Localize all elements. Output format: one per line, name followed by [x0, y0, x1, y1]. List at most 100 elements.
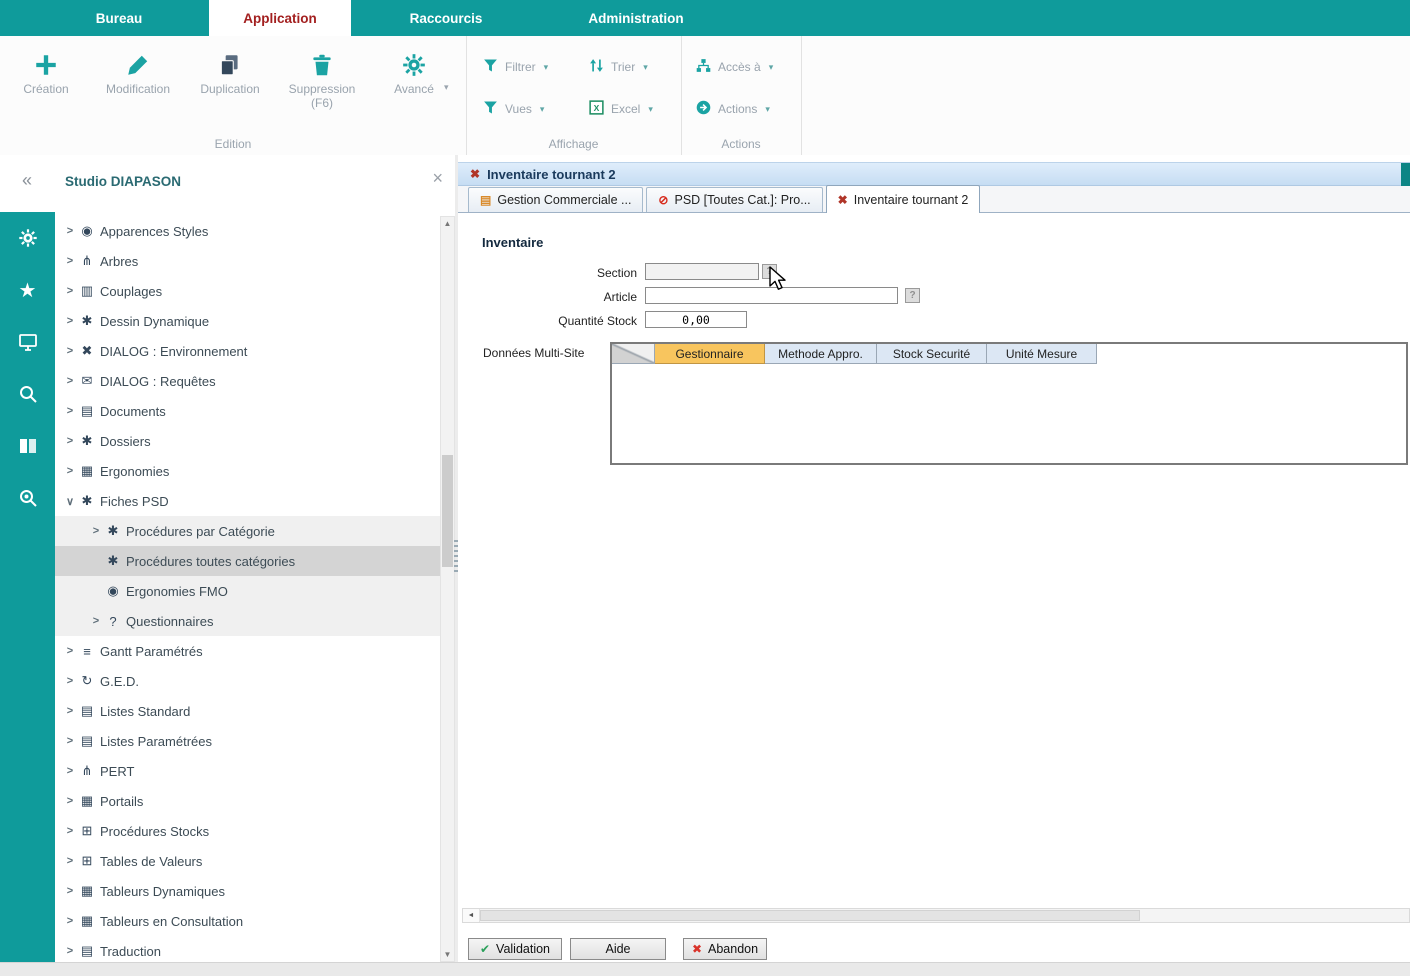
chevron-right-icon[interactable]: > — [63, 255, 77, 267]
chevron-right-icon[interactable]: > — [89, 615, 103, 627]
chevron-right-icon[interactable]: > — [63, 795, 77, 807]
tab-inventaire-tournant[interactable]: ✖ Inventaire tournant 2 — [826, 185, 981, 213]
chevron-right-icon[interactable]: > — [63, 825, 77, 837]
search-icon[interactable] — [0, 368, 55, 420]
column-header-unite-mesure[interactable]: Unité Mesure — [987, 344, 1097, 364]
tree-item[interactable]: >▤Traduction — [55, 936, 440, 962]
menu-raccourcis[interactable]: Raccourcis — [386, 0, 506, 36]
tree-scrollbar-thumb[interactable] — [442, 455, 453, 567]
chevron-right-icon[interactable]: > — [63, 945, 77, 957]
tree-item[interactable]: >✉DIALOG : Requêtes — [55, 366, 440, 396]
abandon-button[interactable]: ✖ Abandon — [683, 938, 767, 960]
chevron-right-icon[interactable]: > — [63, 375, 77, 387]
titlebar-endcap — [1401, 163, 1410, 187]
tree-item[interactable]: >⊞Tables de Valeurs — [55, 846, 440, 876]
tree-item[interactable]: >✱Dossiers — [55, 426, 440, 456]
chevron-right-icon[interactable]: > — [63, 345, 77, 357]
acces-a-button[interactable]: Accès à ▾ — [695, 55, 773, 79]
menu-application[interactable]: Application — [209, 0, 351, 36]
excel-button[interactable]: X Excel ▾ — [588, 97, 653, 121]
tree-item[interactable]: >⊞Procédures Stocks — [55, 816, 440, 846]
message-icon: ✉ — [77, 373, 97, 389]
table-corner-cell[interactable] — [612, 344, 655, 364]
tree-item[interactable]: >▦Portails — [55, 786, 440, 816]
tree-item[interactable]: >≡Gantt Paramétrés — [55, 636, 440, 666]
status-strip — [0, 962, 1410, 976]
section-lookup-button[interactable]: ? — [762, 264, 777, 279]
tree-item[interactable]: >✖DIALOG : Environnement — [55, 336, 440, 366]
tree-item-label: Ergonomies — [100, 464, 169, 479]
chevron-right-icon[interactable]: > — [63, 855, 77, 867]
chevron-right-icon[interactable]: > — [63, 405, 77, 417]
tree-item[interactable]: >▤Listes Paramétrées — [55, 726, 440, 756]
column-header-methode-appro[interactable]: Methode Appro. — [765, 344, 877, 364]
tree-item[interactable]: >?Questionnaires — [55, 606, 440, 636]
chevron-right-icon[interactable]: > — [63, 675, 77, 687]
chevron-right-icon[interactable]: > — [63, 465, 77, 477]
column-header-stock-securite[interactable]: Stock Securité — [877, 344, 987, 364]
inventory-tools-icon: ✖ — [838, 194, 848, 206]
chevron-right-icon[interactable]: > — [63, 915, 77, 927]
quantity-input[interactable] — [645, 311, 747, 328]
tree-item[interactable]: >↻G.E.D. — [55, 666, 440, 696]
chevron-right-icon[interactable]: > — [63, 645, 77, 657]
explore-search-icon[interactable] — [0, 472, 55, 524]
tree-item[interactable]: >▦Tableurs en Consultation — [55, 906, 440, 936]
menu-administration[interactable]: Administration — [551, 0, 721, 36]
tree-item[interactable]: >✱Dessin Dynamique — [55, 306, 440, 336]
section-input[interactable] — [645, 263, 759, 280]
chevron-right-icon[interactable]: > — [63, 225, 77, 237]
tree-item[interactable]: ◉Ergonomies FMO — [55, 576, 440, 606]
horizontal-scrollbar-thumb[interactable] — [480, 910, 1140, 921]
settings-icon[interactable] — [0, 212, 55, 264]
multisite-table: Gestionnaire Methode Appro. Stock Securi… — [610, 342, 1408, 465]
validation-button[interactable]: ✔ Validation — [468, 938, 562, 960]
tree-item[interactable]: >⋔Arbres — [55, 246, 440, 276]
columns-icon[interactable] — [0, 420, 55, 472]
filtrer-button[interactable]: Filtrer ▾ — [482, 55, 548, 79]
chevron-right-icon[interactable]: > — [63, 885, 77, 897]
favorites-star-icon[interactable]: ★ — [0, 264, 55, 316]
monitor-icon[interactable] — [0, 316, 55, 368]
collapse-panel-icon[interactable]: « — [22, 170, 32, 191]
tree-item[interactable]: >⋔PERT — [55, 756, 440, 786]
chevron-right-icon[interactable]: > — [89, 525, 103, 537]
chevron-right-icon[interactable]: > — [63, 765, 77, 777]
gear-icon — [401, 48, 427, 82]
actions-button[interactable]: Actions ▾ — [695, 97, 770, 121]
horizontal-scrollbar[interactable]: ◄ — [462, 908, 1410, 923]
tab-gestion-commerciale[interactable]: ▤ Gestion Commerciale ... — [468, 187, 643, 212]
gear-icon: ✱ — [77, 313, 97, 329]
tree-item[interactable]: >▦Tableurs Dynamiques — [55, 876, 440, 906]
aide-button[interactable]: Aide — [570, 938, 666, 960]
chevron-down-icon[interactable]: ∨ — [63, 495, 77, 508]
tree-item-selected[interactable]: ✱Procédures toutes catégories — [55, 546, 440, 576]
chevron-right-icon[interactable]: > — [63, 435, 77, 447]
tree-item-fiches-psd[interactable]: ∨✱Fiches PSD — [55, 486, 440, 516]
chevron-right-icon[interactable]: > — [63, 285, 77, 297]
menu-bureau[interactable]: Bureau — [59, 0, 179, 36]
tree-item[interactable]: >▥Couplages — [55, 276, 440, 306]
tree-item[interactable]: >▤Documents — [55, 396, 440, 426]
chevron-right-icon[interactable]: > — [63, 705, 77, 717]
article-lookup-button[interactable]: ? — [905, 288, 920, 303]
tree-item[interactable]: >▦Ergonomies — [55, 456, 440, 486]
scroll-left-icon[interactable]: ◄ — [463, 909, 480, 922]
chevron-right-icon[interactable]: > — [63, 735, 77, 747]
vues-button[interactable]: Vues ▾ — [482, 97, 544, 121]
scroll-up-icon[interactable]: ▲ — [441, 217, 454, 230]
close-panel-icon[interactable]: × — [432, 168, 443, 189]
tree-scrollbar[interactable]: ▲ ▼ — [440, 216, 455, 962]
tree-item[interactable]: >▤Listes Standard — [55, 696, 440, 726]
article-input[interactable] — [645, 287, 898, 304]
trier-button[interactable]: Trier ▾ — [588, 55, 648, 79]
tree-item[interactable]: >✱Procédures par Catégorie — [55, 516, 440, 546]
actions-label: Actions — [718, 102, 757, 116]
scroll-down-icon[interactable]: ▼ — [441, 948, 454, 961]
column-header-gestionnaire[interactable]: Gestionnaire — [655, 344, 765, 364]
avance-dropdown-icon[interactable]: ▾ — [444, 82, 449, 93]
chevron-right-icon[interactable]: > — [63, 315, 77, 327]
tree-item[interactable]: >◉Apparences Styles — [55, 216, 440, 246]
tree-item-label: Fiches PSD — [100, 494, 169, 509]
tab-psd-toutes-cat[interactable]: ⊘ PSD [Toutes Cat.]: Pro... — [646, 187, 822, 212]
